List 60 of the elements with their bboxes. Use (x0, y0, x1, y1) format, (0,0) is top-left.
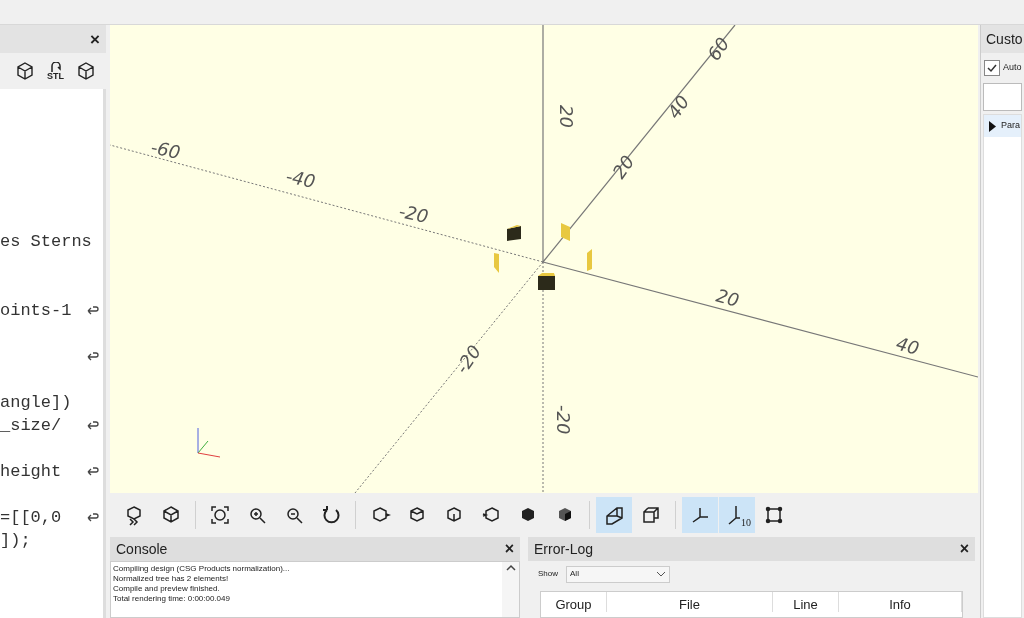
console-line: Compile and preview finished. (113, 584, 221, 594)
console-line: Normalized tree has 2 elements! (113, 574, 230, 584)
scale-icon (727, 505, 741, 525)
auto-preview-label: Auto (1003, 61, 1022, 75)
console-title: Console (116, 539, 168, 559)
code-line: height (0, 460, 62, 483)
show-dropdown[interactable]: All (566, 565, 670, 583)
perspective-icon (603, 504, 625, 526)
axis-label: 20 (713, 284, 742, 311)
perspective-button[interactable] (596, 497, 632, 533)
3d-viewport[interactable]: -60 -40 -20 20 40 20 -20 60 40 20 -20 (110, 25, 978, 493)
tree-item[interactable]: Para (984, 115, 1021, 137)
auto-preview-checkbox[interactable] (984, 60, 1000, 76)
customizer-title: Custo (986, 29, 1023, 49)
axis-label: 60 (703, 33, 734, 65)
parameter-tree[interactable]: Para (983, 114, 1022, 618)
axis-label: 20 (608, 151, 639, 183)
axis-label: -20 (553, 405, 574, 435)
code-line: =[[0,0 (0, 506, 62, 529)
render-icon (160, 504, 182, 526)
reset-icon (320, 504, 342, 526)
close-button[interactable]: × (90, 30, 100, 48)
scrollbar[interactable] (502, 562, 519, 617)
show-label: Show (538, 568, 558, 580)
close-button[interactable]: × (504, 541, 514, 557)
orthogonal-icon (640, 504, 662, 526)
axis-label: -60 (149, 136, 183, 164)
code-editor[interactable]: es Sterns oints-1 angle]) _size/ height =[[0,0 ]); (0, 89, 106, 618)
code-line: es Sterns (0, 230, 92, 253)
column-header[interactable]: Info (839, 592, 962, 612)
zoom-all-icon (209, 504, 231, 526)
cube-icon (76, 61, 96, 81)
checkmark-icon (986, 62, 998, 74)
axis-label: 20 (556, 105, 577, 128)
column-header[interactable]: Group (541, 592, 607, 612)
code-line: oints-1 (0, 299, 72, 322)
column-header[interactable]: Line (773, 592, 839, 612)
console-line: Compiling design (CSG Products normalization)... (113, 564, 291, 574)
export-stl-button[interactable]: STL (43, 61, 68, 81)
code-line: _size/ (0, 414, 62, 437)
edges-icon (763, 504, 785, 526)
column-header[interactable]: File (607, 592, 773, 612)
axes-indicator-icon (197, 427, 221, 458)
scale-button[interactable]: 10 (719, 497, 755, 533)
axis-label: -20 (397, 200, 431, 228)
console-line: Total rendering time: 0:00:00.049 (113, 594, 231, 604)
close-button[interactable]: × (959, 541, 969, 557)
preset-field[interactable] (983, 83, 1022, 111)
axis-label: -40 (284, 165, 318, 193)
code-line: angle]) (0, 391, 72, 414)
axes-button[interactable] (682, 497, 718, 533)
cube-icon (15, 61, 35, 81)
axis-label: 40 (893, 332, 922, 359)
error-log-title: Error-Log (534, 539, 594, 559)
arch-icon (48, 61, 63, 72)
chevron-down-icon (656, 571, 666, 577)
axis-label: -20 (451, 341, 486, 378)
code-line: ]); (0, 529, 31, 552)
axis-label: 40 (663, 91, 694, 123)
scroll-up-icon (505, 564, 516, 572)
